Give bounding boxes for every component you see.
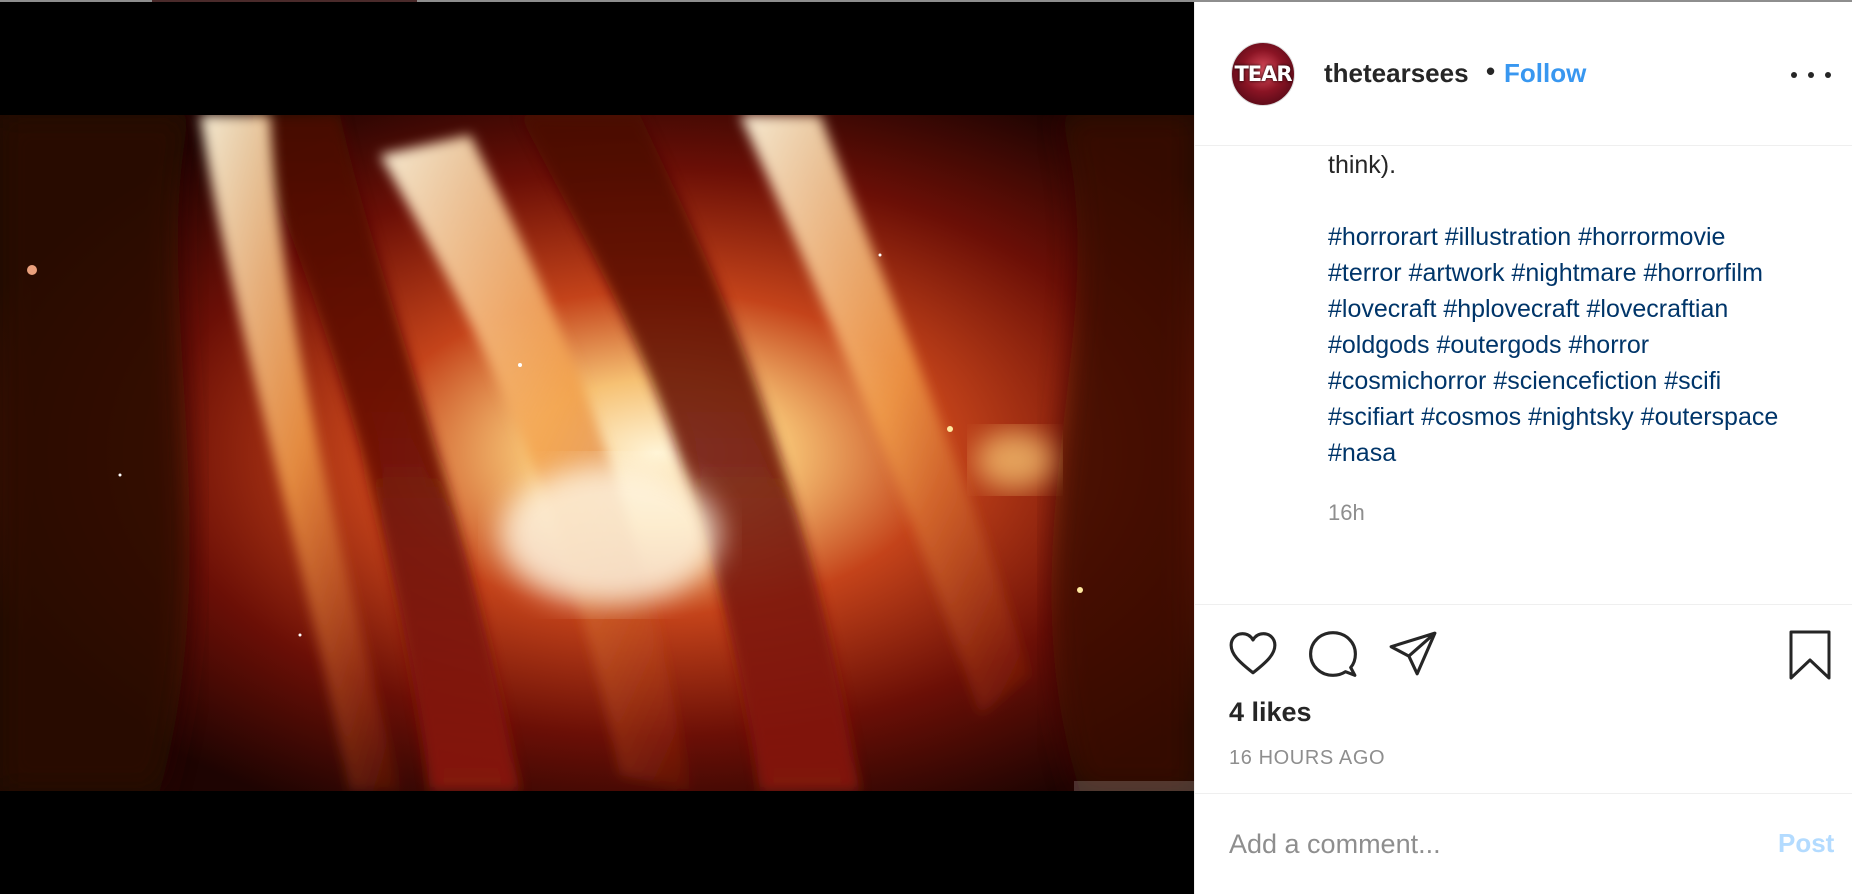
post-actions: 4 likes 16 HOURS AGO [1195, 604, 1852, 794]
post-comment-button[interactable]: Post [1778, 828, 1834, 859]
hashtag-link[interactable]: #sciencefiction [1493, 367, 1657, 395]
ellipsis-icon[interactable] [1791, 62, 1831, 88]
post-timestamp[interactable]: 16 HOURS AGO [1229, 747, 1385, 770]
hashtag-link[interactable]: #oldgods [1328, 331, 1429, 359]
hashtag-link[interactable]: #outergods [1436, 331, 1561, 359]
hashtag-link[interactable]: #nightmare [1511, 259, 1636, 287]
hashtag-link[interactable]: #scifiart [1328, 403, 1414, 431]
dot [1791, 72, 1797, 78]
hashtag-link[interactable]: #horrorfilm [1643, 259, 1762, 287]
hashtag-line: #horrorart #illustration #horrormovie [1328, 219, 1848, 255]
comment-input[interactable] [1229, 824, 1729, 864]
hashtag-link[interactable]: #hplovecraft [1443, 295, 1579, 323]
hashtag-link[interactable]: #terror [1328, 259, 1402, 287]
avatar-logo-text: TEAR [1234, 62, 1292, 86]
hashtag-link[interactable]: #outerspace [1641, 403, 1779, 431]
hashtag-line: #nasa [1328, 435, 1848, 471]
nebula-artwork [0, 115, 1194, 791]
hashtag-line: #scifiart #cosmos #nightsky #outerspace [1328, 399, 1848, 435]
hashtag-link[interactable]: #scifi [1664, 367, 1721, 395]
likes-count[interactable]: 4 likes [1229, 697, 1312, 728]
caption-text: think). [1328, 151, 1397, 179]
caption-timestamp[interactable]: 16h [1328, 500, 1365, 526]
follow-button[interactable]: Follow [1504, 58, 1586, 89]
hashtag-link[interactable]: #nightsky [1528, 403, 1634, 431]
dot [1808, 72, 1814, 78]
bookmark-icon[interactable] [1787, 629, 1833, 681]
hashtag-link[interactable]: #horror [1569, 331, 1650, 359]
hashtag-link[interactable]: #artwork [1409, 259, 1505, 287]
image-watermark [1074, 781, 1194, 791]
hashtag-link[interactable]: #cosmichorror [1328, 367, 1486, 395]
post-side-panel: TEAR thetearsees • Follow think). #horro… [1194, 2, 1852, 894]
hashtag-link[interactable]: #illustration [1445, 223, 1571, 251]
add-comment-section: Post [1195, 793, 1852, 894]
hashtag-link[interactable]: #lovecraft [1328, 295, 1436, 323]
post-header: TEAR thetearsees • Follow [1195, 2, 1852, 146]
speech-bubble-icon[interactable] [1308, 629, 1358, 679]
hashtag-line: #cosmichorror #sciencefiction #scifi [1328, 363, 1848, 399]
hashtag-line: #terror #artwork #nightmare #horrorfilm [1328, 255, 1848, 291]
hashtag-link[interactable]: #nasa [1328, 439, 1396, 467]
dot [1825, 72, 1831, 78]
hashtag-list: #horrorart #illustration #horrormovie #te… [1328, 219, 1848, 471]
username-link[interactable]: thetearsees [1324, 58, 1469, 89]
instagram-post-view: TEAR thetearsees • Follow think). #horro… [0, 0, 1852, 894]
paper-plane-icon[interactable] [1388, 629, 1438, 679]
header-separator: • [1486, 56, 1496, 86]
media-pane [0, 2, 1194, 894]
hashtag-line: #lovecraft #hplovecraft #lovecraftian [1328, 291, 1848, 327]
post-image-nebula[interactable] [0, 115, 1194, 791]
hashtag-link[interactable]: #cosmos [1421, 403, 1521, 431]
caption-area: think). #horrorart #illustration #horror… [1195, 147, 1852, 604]
heart-icon[interactable] [1228, 629, 1278, 679]
hashtag-line: #oldgods #outergods #horror [1328, 327, 1848, 363]
avatar[interactable]: TEAR [1231, 42, 1295, 106]
hashtag-link[interactable]: #lovecraftian [1587, 295, 1729, 323]
hashtag-link[interactable]: #horrormovie [1578, 223, 1725, 251]
hashtag-link[interactable]: #horrorart [1328, 223, 1438, 251]
